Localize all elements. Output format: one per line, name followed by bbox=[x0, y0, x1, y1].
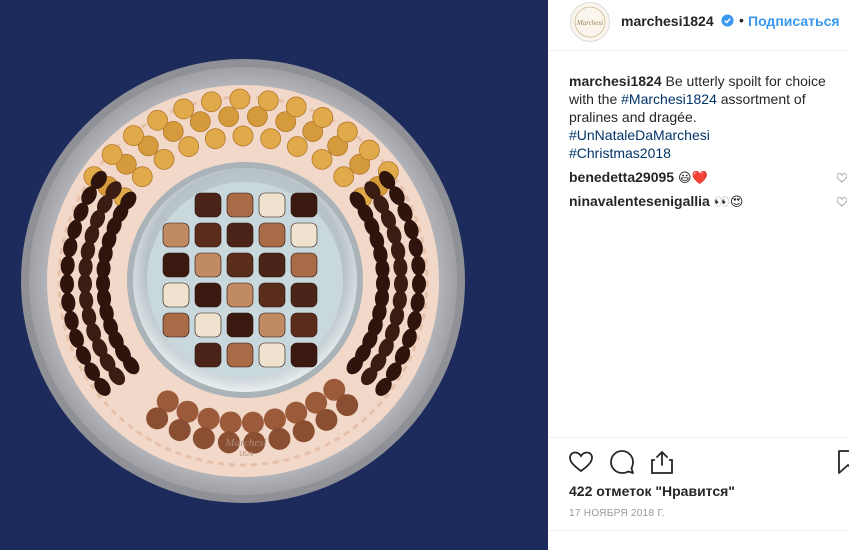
post-date[interactable]: 17 НОЯБРЯ 2018 Г. bbox=[569, 508, 665, 519]
header-username[interactable]: marchesi1824 bbox=[621, 13, 714, 29]
header-separator: • bbox=[739, 12, 744, 28]
tray-stamp: Marchesi bbox=[224, 437, 266, 449]
comment-item: benedetta29095 😃❤️ bbox=[569, 168, 708, 188]
verified-icon bbox=[721, 14, 734, 27]
avatar-text: Marchesi bbox=[576, 19, 603, 27]
heart-icon[interactable] bbox=[568, 449, 594, 475]
tray-stamp-year: 1824 bbox=[239, 450, 254, 458]
chocolate-platter-image: Marchesi 1824 bbox=[0, 0, 548, 550]
comment-like-heart-icon[interactable] bbox=[837, 197, 847, 207]
comment-like-heart-icon[interactable] bbox=[837, 173, 847, 183]
post-header: Marchesi marchesi1824 • Подписаться bbox=[548, 0, 849, 51]
comment-icon[interactable] bbox=[609, 449, 635, 475]
post-caption: marchesi1824 Be utterly spoilt for choic… bbox=[569, 72, 839, 162]
post-sidebar: Marchesi marchesi1824 • Подписаться marc… bbox=[548, 0, 849, 550]
avatar[interactable]: Marchesi bbox=[570, 2, 610, 42]
follow-button[interactable]: Подписаться bbox=[748, 13, 840, 29]
comment-text: 😃❤️ bbox=[677, 171, 708, 186]
comment-username[interactable]: benedetta29095 bbox=[569, 169, 674, 185]
share-icon[interactable] bbox=[649, 449, 675, 475]
comment-item: ninavalentesenigallia 👀😍 bbox=[569, 192, 743, 212]
comment-text: 👀😍 bbox=[713, 195, 744, 210]
caption-hashtag-inline[interactable]: #Marchesi1824 bbox=[621, 91, 717, 107]
comment-username[interactable]: ninavalentesenigallia bbox=[569, 193, 710, 209]
actions-divider bbox=[548, 437, 849, 438]
likes-count[interactable]: 422 отметок "Нравится" bbox=[569, 483, 735, 499]
hashtag-link[interactable]: #UnNataleDaMarchesi bbox=[569, 126, 839, 144]
caption-username[interactable]: marchesi1824 bbox=[569, 73, 662, 89]
bookmark-icon[interactable] bbox=[835, 449, 849, 475]
hashtag-link[interactable]: #Christmas2018 bbox=[569, 144, 839, 162]
post-photo[interactable]: Marchesi 1824 bbox=[0, 0, 548, 550]
comment-box-divider bbox=[548, 530, 849, 531]
